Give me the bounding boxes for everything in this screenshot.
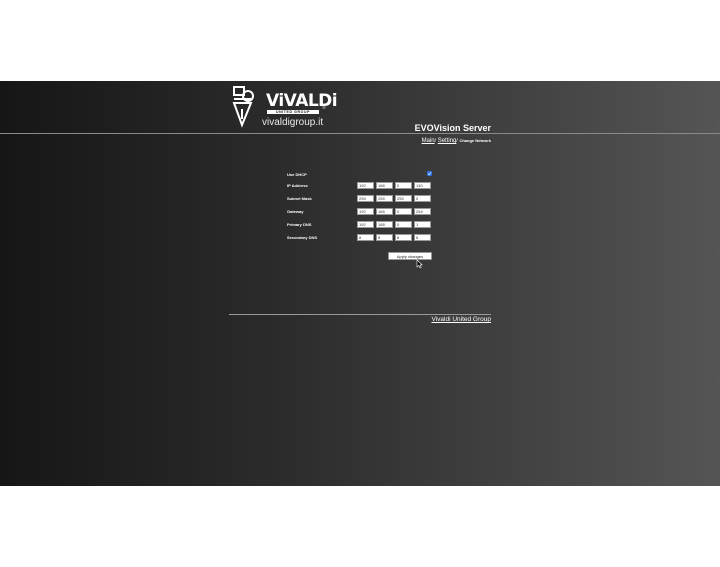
ip-address-octet-3[interactable]: 0 [395, 182, 412, 189]
primary-dns-label: Primary DNS [287, 222, 312, 227]
subnet-mask-octet-3[interactable]: 255 [395, 195, 412, 202]
primary-dns-octet-1[interactable]: 192 [357, 221, 374, 228]
gateway-octet-3[interactable]: 0 [395, 208, 412, 215]
subnet-mask-octet-1[interactable]: 255 [357, 195, 374, 202]
ip-address-octet-4[interactable]: 140 [414, 182, 431, 189]
breadcrumb-current: Change Network [459, 138, 491, 143]
secondary-dns-row: Secondary DNS 8 8 8 8 [287, 234, 447, 242]
use-dhcp-checkbox[interactable] [427, 171, 432, 176]
footer-vivaldi-link[interactable]: Vivaldi United Group [380, 316, 492, 323]
checkmark-icon [427, 172, 432, 176]
apply-changes-button[interactable]: Apply changes [388, 252, 432, 260]
subnet-mask-label: Subnet Mask [287, 196, 312, 201]
gateway-row: Gateway 192 168 0 254 [287, 208, 447, 216]
gateway-octet-2[interactable]: 168 [376, 208, 393, 215]
subnet-mask-row: Subnet Mask 255 255 255 0 [287, 195, 447, 203]
ip-address-octet-2[interactable]: 168 [376, 182, 393, 189]
registered-mark: ® [322, 105, 326, 111]
header-divider [0, 133, 720, 134]
ip-address-row: IP Address 192 168 0 140 [287, 182, 447, 190]
breadcrumb-setting-link[interactable]: Setting [438, 138, 457, 144]
secondary-dns-octet-3[interactable]: 8 [395, 234, 412, 241]
brand-tagline: UNITED GROUP [267, 110, 319, 114]
mouse-pointer-icon [416, 259, 423, 269]
primary-dns-octet-3[interactable]: 0 [395, 221, 412, 228]
site-url: vivaldigroup.it [262, 117, 324, 128]
page-title: EVOVision Server [414, 123, 491, 133]
secondary-dns-octet-1[interactable]: 8 [357, 234, 374, 241]
ip-address-label: IP Address [287, 183, 308, 188]
secondary-dns-octet-4[interactable]: 8 [414, 234, 431, 241]
gateway-octet-4[interactable]: 254 [414, 208, 431, 215]
brand-name: ViVALDi [266, 91, 338, 111]
subnet-mask-octet-4[interactable]: 0 [414, 195, 431, 202]
use-dhcp-label: Use DHCP [287, 172, 307, 177]
breadcrumb-separator: / [434, 138, 437, 144]
secondary-dns-octet-2[interactable]: 8 [376, 234, 393, 241]
breadcrumb: Main/ Setting/ Change Network [360, 138, 491, 144]
app-window: ViVALDi ® UNITED GROUP vivaldigroup.it E… [0, 81, 720, 486]
footer-divider [229, 314, 491, 315]
primary-dns-row: Primary DNS 192 168 0 1 [287, 221, 447, 229]
secondary-dns-label: Secondary DNS [287, 235, 318, 240]
logo-mark-icon [232, 86, 254, 128]
ip-address-octet-1[interactable]: 192 [357, 182, 374, 189]
use-dhcp-row: Use DHCP [287, 171, 447, 179]
breadcrumb-main-link[interactable]: Main [422, 138, 435, 144]
breadcrumb-separator: / [456, 138, 458, 144]
primary-dns-octet-2[interactable]: 168 [376, 221, 393, 228]
gateway-octet-1[interactable]: 192 [357, 208, 374, 215]
gateway-label: Gateway [287, 209, 304, 214]
subnet-mask-octet-2[interactable]: 255 [376, 195, 393, 202]
primary-dns-octet-4[interactable]: 1 [414, 221, 431, 228]
